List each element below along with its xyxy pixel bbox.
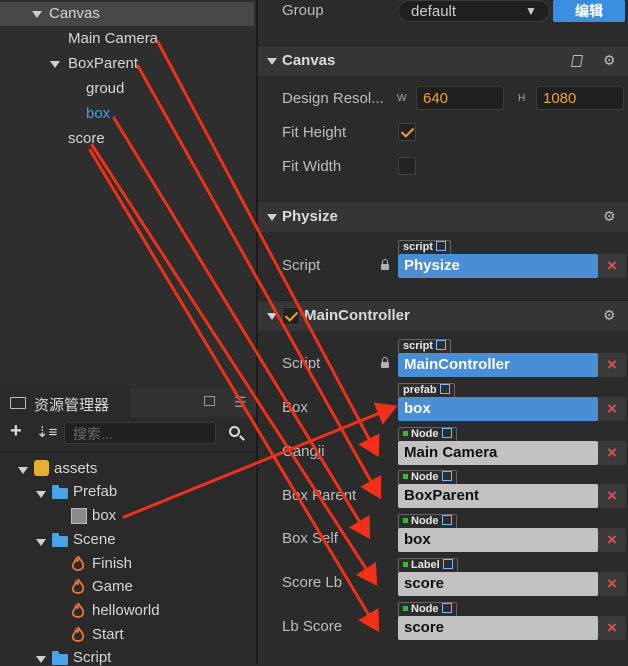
arrow-lb-score	[88, 148, 380, 633]
annotation-arrows	[88, 40, 398, 633]
arrow-box-prefab	[122, 402, 398, 519]
arrow-box	[112, 116, 371, 540]
arrow-score-lb	[90, 143, 378, 587]
